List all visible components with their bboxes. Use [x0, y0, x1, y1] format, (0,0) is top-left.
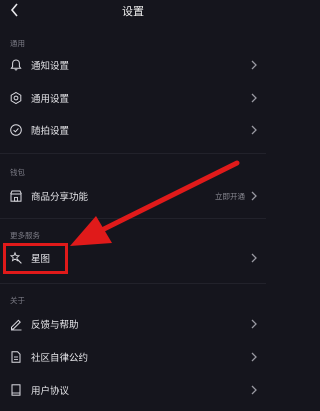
- red-arrow-annotation: [70, 160, 240, 246]
